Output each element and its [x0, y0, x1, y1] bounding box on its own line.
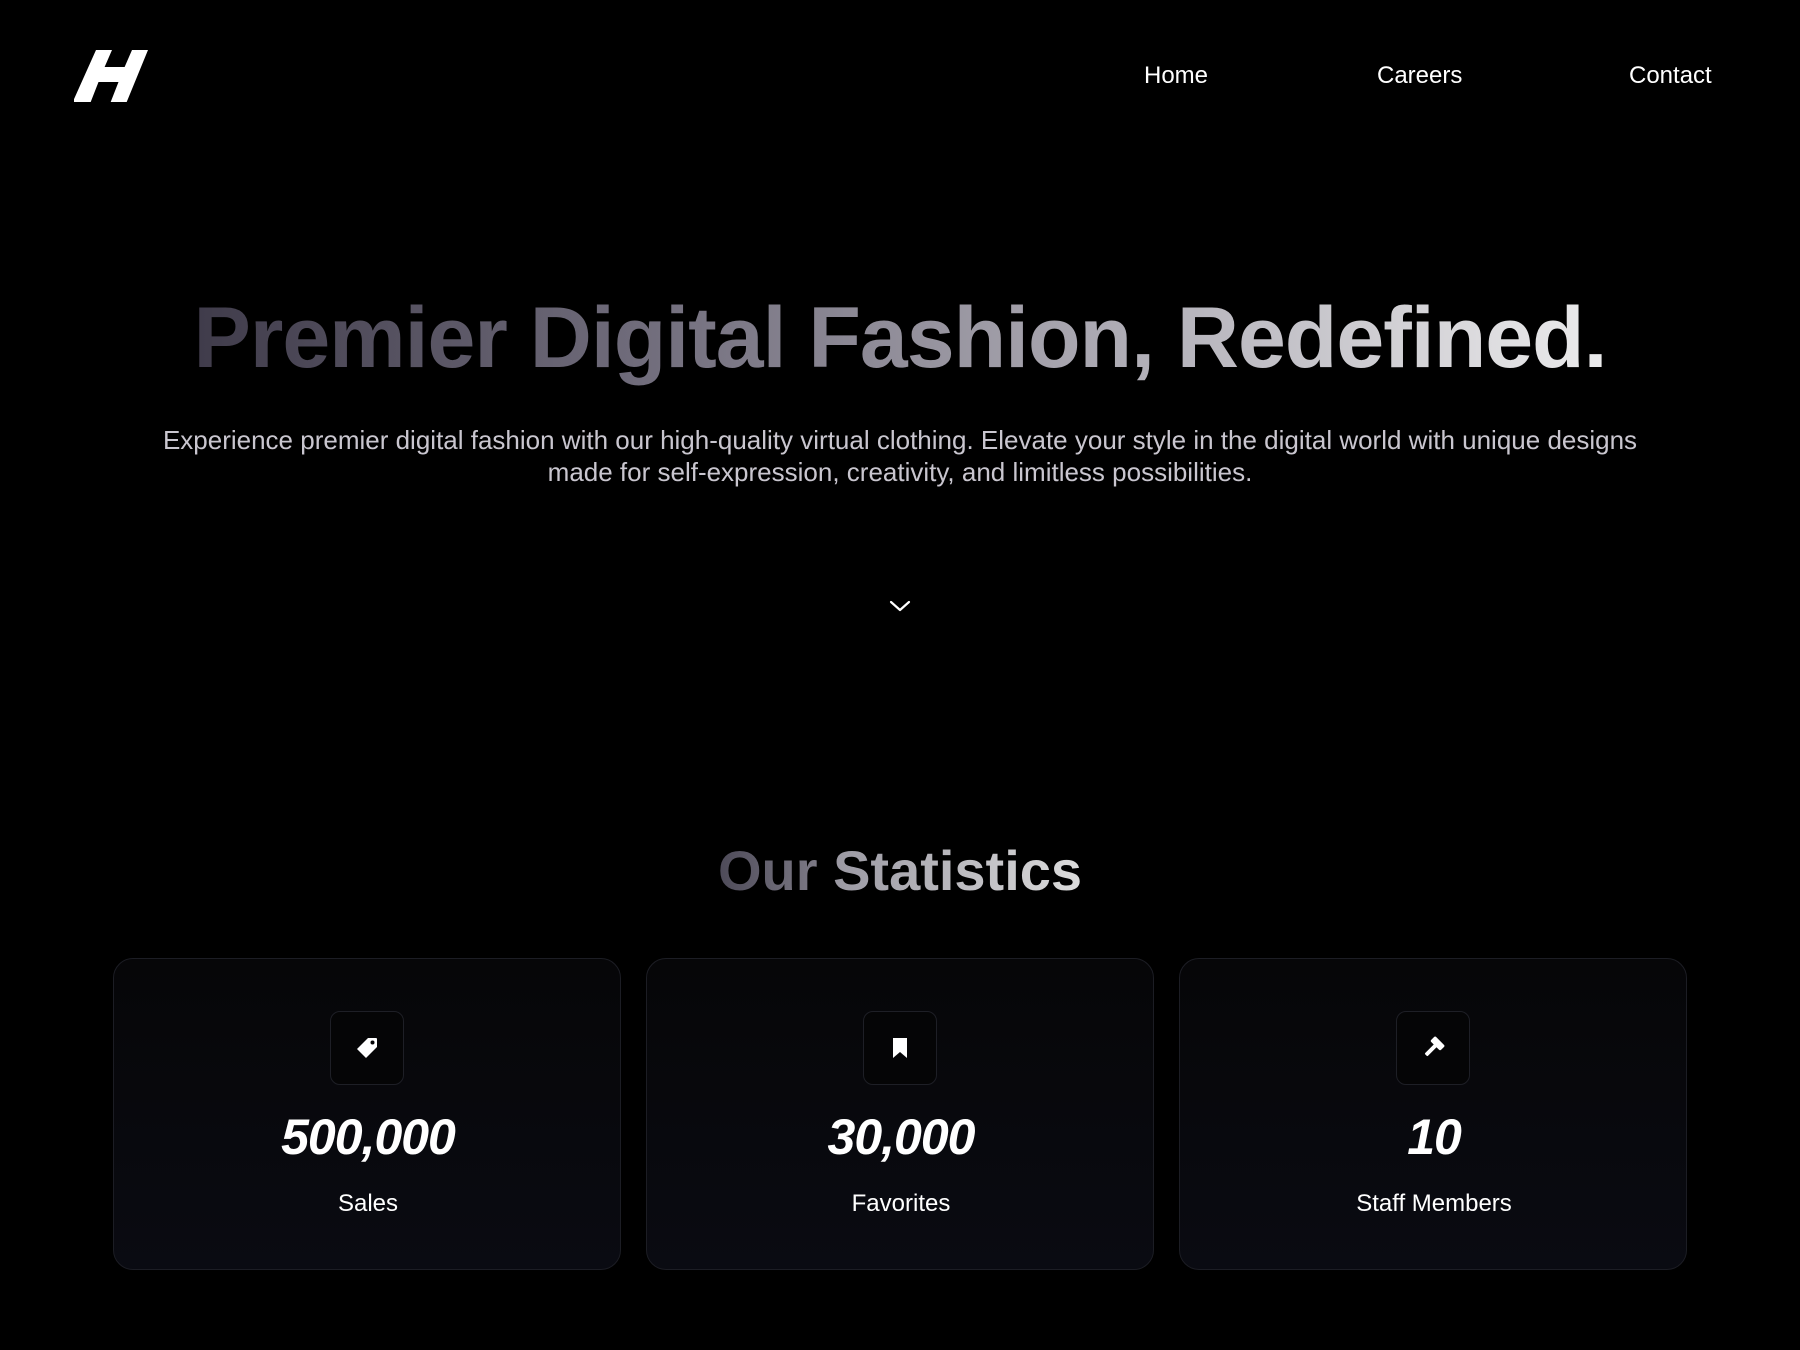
site-header: Home Careers Contact: [0, 0, 1800, 150]
hero-subtitle: Experience premier digital fashion with …: [162, 425, 1638, 487]
stat-icon-box: [330, 1011, 404, 1085]
nav-home-link[interactable]: Home: [1144, 58, 1208, 94]
hammer-icon: [1424, 1036, 1445, 1057]
statistics-title: Our Statistics: [0, 836, 1800, 906]
scroll-down-button[interactable]: [886, 592, 914, 620]
statistics-title-part1: Our: [717, 839, 818, 902]
stat-value: 500,000: [281, 1109, 456, 1165]
nav-contact-link[interactable]: Contact: [1629, 58, 1712, 94]
stat-label: Sales: [337, 1190, 399, 1217]
chevron-down-icon: [889, 600, 911, 612]
stat-label: Favorites: [851, 1190, 951, 1217]
hero-title: Premier Digital Fashion, Redefined.: [0, 288, 1800, 388]
tag-icon: [357, 1038, 377, 1058]
stat-card-favorites: 30,000 Favorites: [646, 958, 1154, 1270]
stat-card-staff: 10 Staff Members: [1179, 958, 1687, 1270]
stat-label: Staff Members: [1356, 1190, 1512, 1217]
bookmark-icon: [893, 1038, 907, 1058]
landing-page: Home Careers Contact Premier Digital Fas…: [0, 0, 1800, 1350]
statistics-title-part2: Statistics: [833, 839, 1083, 902]
stat-icon-box: [1396, 1011, 1470, 1085]
stat-value: 10: [1407, 1109, 1462, 1165]
statistics-cards: 500,000 Sales 30,000 Favorites 10 Staff …: [113, 958, 1688, 1272]
nav-careers-link[interactable]: Careers: [1377, 58, 1462, 94]
stat-card-sales: 500,000 Sales: [113, 958, 621, 1270]
main-nav: Home Careers Contact: [0, 58, 1800, 94]
stat-value: 30,000: [827, 1109, 976, 1165]
stat-icon-box: [863, 1011, 937, 1085]
